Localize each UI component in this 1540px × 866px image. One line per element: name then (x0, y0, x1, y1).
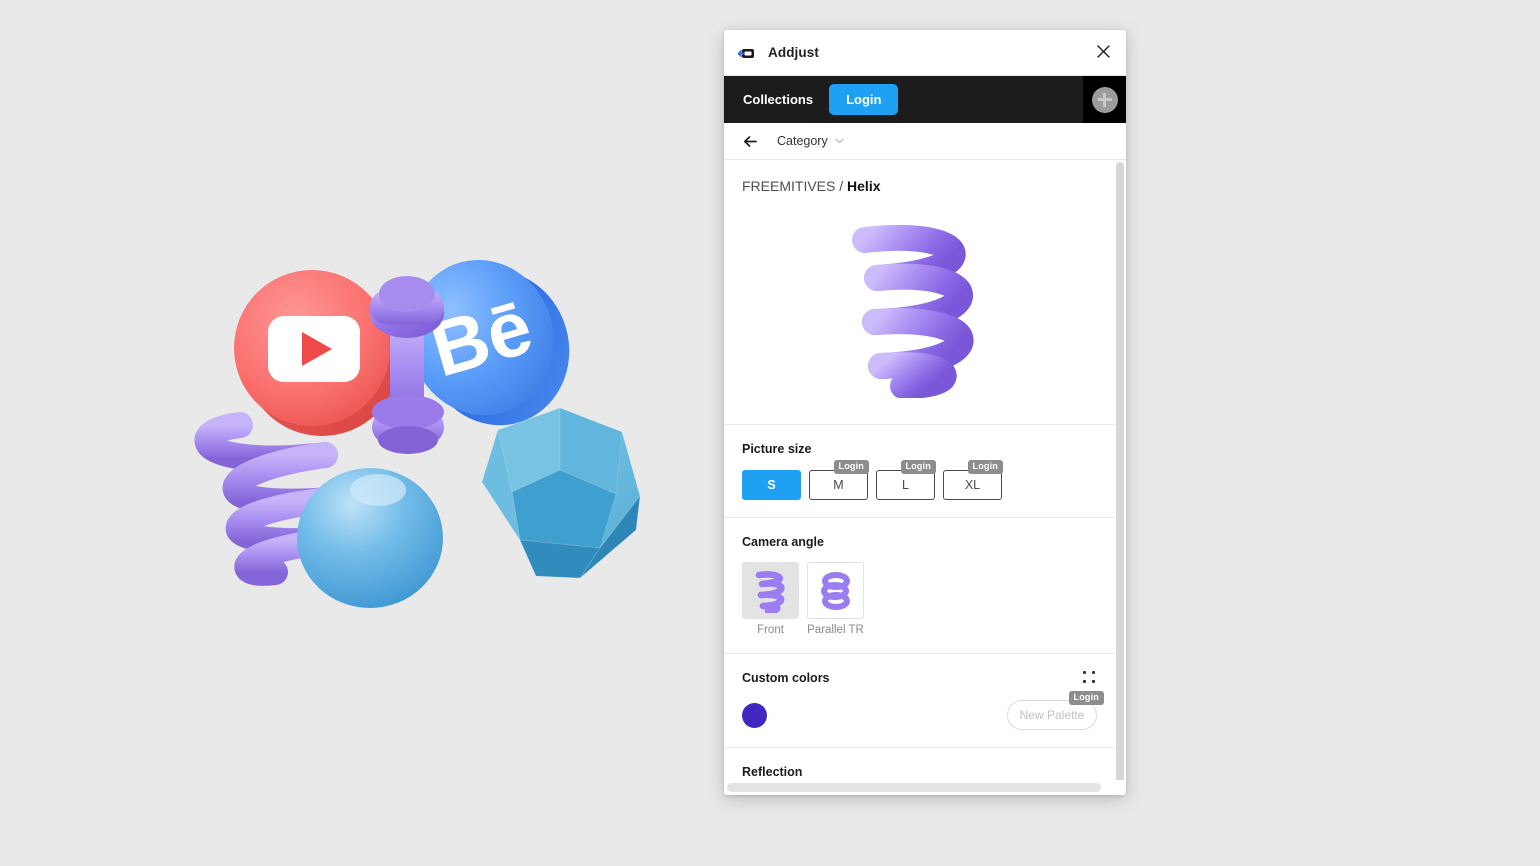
new-palette-button[interactable]: New Palette Login (1007, 691, 1104, 730)
size-option-s[interactable]: S (742, 470, 801, 500)
size-option-l[interactable]: L Login (876, 460, 936, 500)
size-option-l-login-badge: Login (900, 460, 936, 474)
helix-parallel-tr-icon (820, 571, 850, 610)
reflection-title: Reflection (742, 765, 803, 779)
model-breadcrumb-title: FREEMITIVES / Helix (742, 178, 1097, 194)
drag-dot (1083, 680, 1086, 683)
size-option-s-label: S (767, 478, 776, 492)
color-swatch-indigo[interactable] (742, 702, 767, 728)
breadcrumb: Category (724, 123, 1126, 160)
picture-size-options: S M Login L Login XL Login (742, 460, 1097, 500)
sphere-3d (297, 468, 443, 608)
window-titlebar: Addjust (724, 30, 1126, 76)
model-preview-section: FREEMITIVES / Helix (724, 160, 1115, 425)
chevron-down-icon[interactable] (835, 138, 844, 144)
drag-handle-icon[interactable] (1083, 671, 1097, 685)
custom-colors-section: Custom colors New Palette Login (724, 654, 1115, 748)
dodecahedron-3d (481, 407, 641, 579)
size-option-xl[interactable]: XL Login (943, 460, 1003, 500)
camera-angle-title: Camera angle (742, 535, 824, 549)
picture-size-section: Picture size S M Login L Login XL Login (724, 425, 1115, 518)
vertical-scrollbar[interactable] (1116, 162, 1124, 780)
nav-login-button[interactable]: Login (829, 84, 899, 115)
close-icon (1096, 44, 1111, 62)
horizontal-scrollbar[interactable] (724, 780, 1126, 795)
camera-angle-parallel-tr[interactable]: Parallel TR (807, 562, 864, 636)
window-title: Addjust (768, 45, 819, 60)
close-window-button[interactable] (1086, 36, 1120, 70)
camera-angle-front-label: Front (757, 624, 784, 636)
camera-angle-parallel-tr-thumbnail (807, 562, 864, 619)
plus-circle-icon (1091, 86, 1118, 113)
new-palette-label: New Palette (1019, 708, 1085, 722)
vertical-scrollbar-thumb[interactable] (1116, 162, 1124, 780)
collection-name: FREEMITIVES (742, 178, 836, 194)
app-navbar: Collections Login (724, 76, 1126, 123)
drag-dot (1083, 671, 1086, 674)
category-dropdown-label[interactable]: Category (777, 134, 828, 148)
custom-colors-title: Custom colors (742, 671, 830, 685)
size-option-m-label: M (833, 478, 844, 492)
size-option-xl-login-badge: Login (967, 460, 1003, 474)
new-palette-login-badge: Login (1068, 691, 1104, 705)
reflection-section: Reflection (724, 748, 1115, 780)
size-option-l-label: L (902, 478, 909, 492)
horizontal-scrollbar-thumb[interactable] (727, 783, 1101, 792)
size-option-m-login-badge: Login (833, 460, 869, 474)
drag-dot (1092, 680, 1095, 683)
size-option-m[interactable]: M Login (809, 460, 869, 500)
model-name: Helix (847, 178, 881, 194)
nav-collections-link[interactable]: Collections (743, 92, 813, 107)
camera-angle-front[interactable]: Front (742, 562, 799, 636)
model-preview-stage[interactable] (742, 202, 1097, 414)
add-button[interactable] (1083, 76, 1126, 123)
drag-dot (1092, 671, 1095, 674)
size-option-xl-label: XL (964, 478, 981, 492)
addjust-logo-icon (737, 44, 756, 62)
picture-size-title: Picture size (742, 442, 812, 456)
panel-scroll-area: FREEMITIVES / Helix Picture size S M Log… (724, 160, 1126, 780)
helix-front-icon (755, 570, 784, 613)
camera-angle-section: Camera angle Front Parallel TR (724, 518, 1115, 654)
breadcrumb-separator: / (839, 178, 844, 194)
camera-angle-parallel-tr-label: Parallel TR (807, 624, 864, 636)
plugin-window: Addjust Collections Login Category FREEM… (724, 30, 1126, 795)
camera-angle-front-thumbnail (742, 562, 799, 619)
camera-angle-options: Front Parallel TR (742, 562, 1097, 636)
back-arrow-icon[interactable] (737, 128, 763, 154)
helix-3d-model (851, 224, 973, 398)
